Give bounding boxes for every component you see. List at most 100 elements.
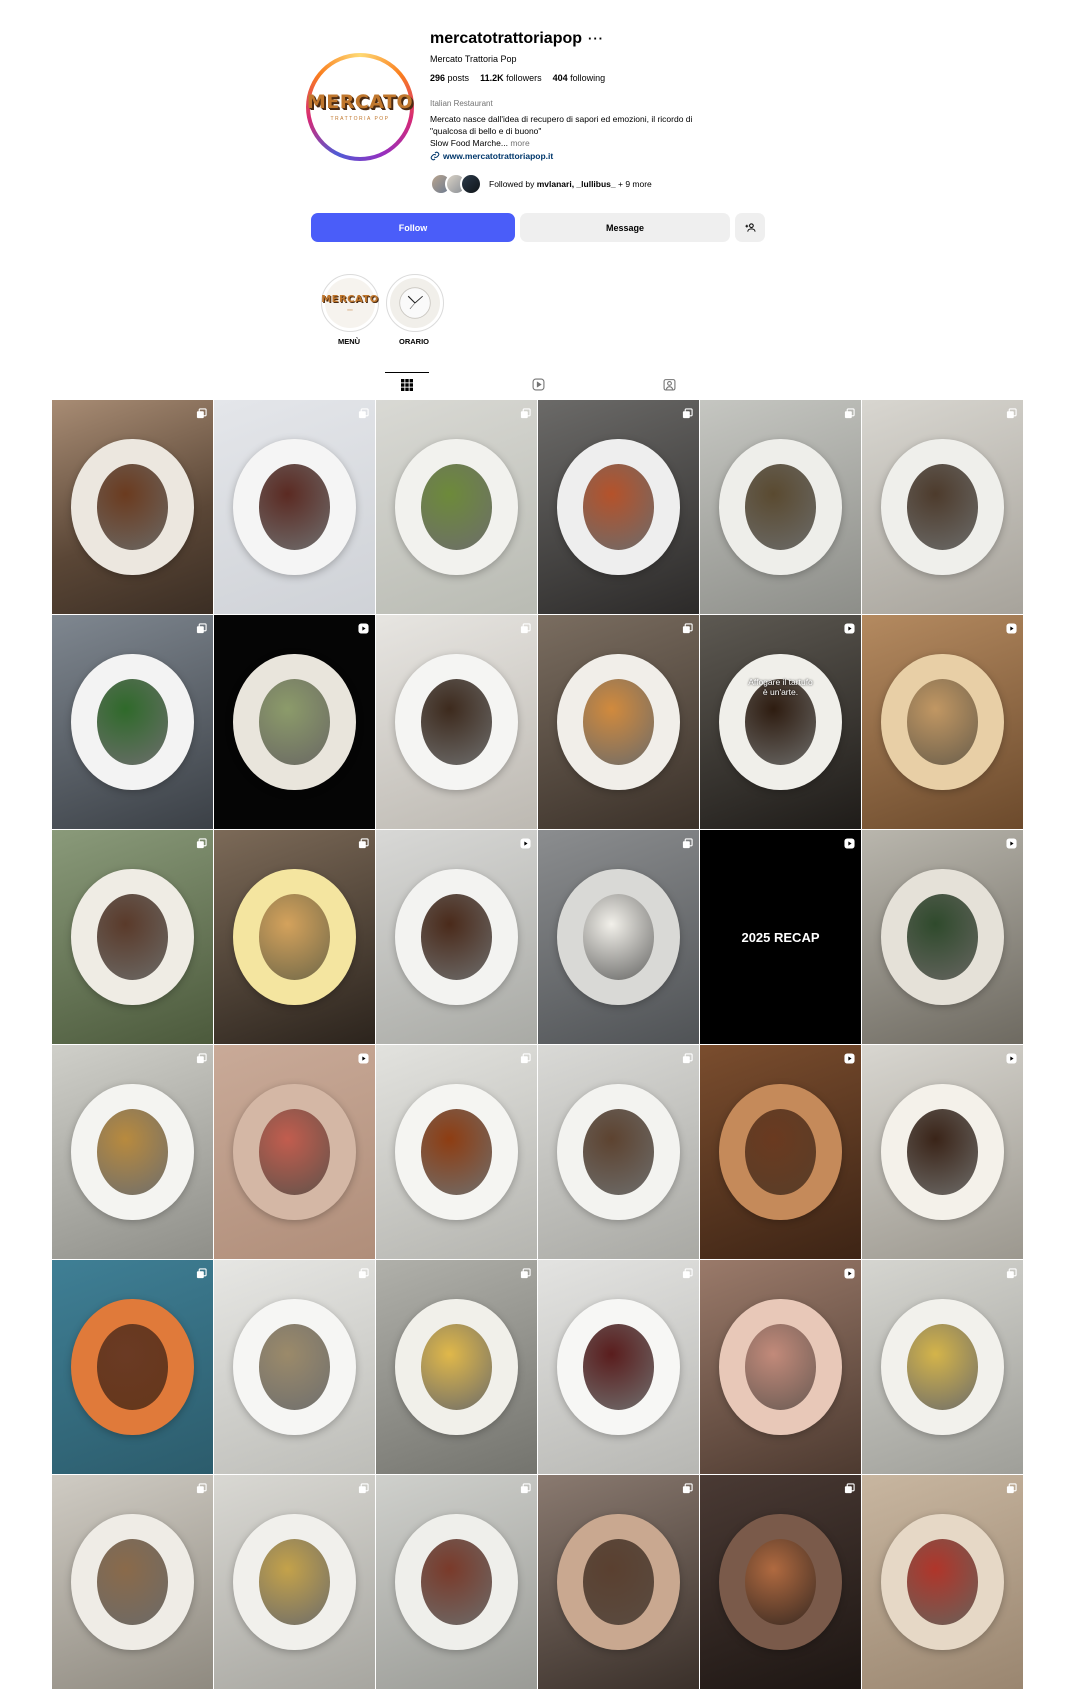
dish-food xyxy=(907,679,978,765)
reel-icon xyxy=(844,1266,855,1279)
post-tile[interactable] xyxy=(862,1260,1023,1474)
carousel-icon xyxy=(520,1481,531,1494)
dish-food xyxy=(583,679,654,765)
highlight-menu[interactable]: MERCATO ━━━ xyxy=(321,274,379,332)
post-tile[interactable]: 2025 RECAP xyxy=(700,830,861,1044)
carousel-icon xyxy=(1006,1481,1017,1494)
post-tile[interactable] xyxy=(214,1260,375,1474)
post-tile[interactable] xyxy=(376,830,537,1044)
dish-food xyxy=(583,1324,654,1410)
post-tile[interactable] xyxy=(700,1260,861,1474)
post-tile[interactable] xyxy=(538,1475,699,1689)
profile-category: Italian Restaurant xyxy=(430,99,493,108)
dish-food xyxy=(97,1109,168,1195)
post-tile[interactable] xyxy=(862,1475,1023,1689)
profile-avatar[interactable]: MERCATO TRATTORIA POP xyxy=(306,53,414,161)
suggest-user-button[interactable] xyxy=(735,213,765,242)
reel-icon xyxy=(844,836,855,849)
post-tile[interactable] xyxy=(214,1045,375,1259)
carousel-icon xyxy=(844,1481,855,1494)
options-icon[interactable]: ··· xyxy=(588,31,604,46)
carousel-icon xyxy=(196,1266,207,1279)
carousel-icon xyxy=(520,621,531,634)
post-tile[interactable] xyxy=(376,1475,537,1689)
carousel-icon xyxy=(682,1481,693,1494)
dish-food xyxy=(745,464,816,550)
dish-food xyxy=(583,464,654,550)
post-tile[interactable] xyxy=(52,1045,213,1259)
post-tile[interactable] xyxy=(862,615,1023,829)
carousel-icon xyxy=(682,1266,693,1279)
post-tile[interactable] xyxy=(538,400,699,614)
reel-icon xyxy=(844,621,855,634)
post-tile[interactable] xyxy=(214,830,375,1044)
dish-food xyxy=(745,1539,816,1625)
dish-food xyxy=(907,1324,978,1410)
post-tile[interactable] xyxy=(700,1475,861,1689)
add-person-icon xyxy=(744,223,756,232)
post-tile[interactable] xyxy=(376,1260,537,1474)
message-button[interactable]: Message xyxy=(520,213,730,242)
post-tile[interactable] xyxy=(538,1260,699,1474)
carousel-icon xyxy=(196,406,207,419)
post-tile[interactable] xyxy=(214,400,375,614)
tab-posts[interactable] xyxy=(385,372,429,397)
post-tile[interactable] xyxy=(376,615,537,829)
carousel-icon xyxy=(520,1051,531,1064)
post-tile[interactable] xyxy=(52,830,213,1044)
highlight-orario-label: ORARIO xyxy=(399,337,429,346)
dish-food xyxy=(745,1109,816,1195)
highlight-orario[interactable] xyxy=(386,274,444,332)
logo-subtitle: TRATTORIA POP xyxy=(330,115,390,122)
carousel-icon xyxy=(1006,1266,1017,1279)
dish-food xyxy=(583,1109,654,1195)
post-tile[interactable] xyxy=(700,400,861,614)
reel-icon xyxy=(358,1051,369,1064)
tab-reels[interactable] xyxy=(516,372,560,396)
post-tile[interactable] xyxy=(376,1045,537,1259)
bio-line: Slow Food Marche... xyxy=(430,138,508,148)
post-tile[interactable] xyxy=(214,1475,375,1689)
posts-grid-icon xyxy=(401,379,413,391)
profile-full-name: Mercato Trattoria Pop xyxy=(430,54,517,64)
follow-button[interactable]: Follow xyxy=(311,213,515,242)
carousel-icon xyxy=(196,1051,207,1064)
post-tile[interactable] xyxy=(538,830,699,1044)
post-tile[interactable] xyxy=(862,830,1023,1044)
followers-stat[interactable]: 11.2K followers xyxy=(480,73,542,83)
dish-food xyxy=(907,894,978,980)
post-tile[interactable] xyxy=(52,400,213,614)
post-tile[interactable] xyxy=(862,400,1023,614)
post-tile[interactable] xyxy=(538,615,699,829)
post-tile[interactable] xyxy=(52,615,213,829)
post-tile[interactable] xyxy=(52,1475,213,1689)
tab-tagged[interactable] xyxy=(647,372,691,396)
post-tile[interactable] xyxy=(538,1045,699,1259)
reel-icon xyxy=(844,1051,855,1064)
carousel-icon xyxy=(358,836,369,849)
following-stat[interactable]: 404 following xyxy=(553,73,606,83)
post-tile[interactable] xyxy=(214,615,375,829)
dish-food xyxy=(259,679,330,765)
carousel-icon xyxy=(358,1481,369,1494)
carousel-icon xyxy=(682,836,693,849)
post-tile[interactable] xyxy=(52,1260,213,1474)
dish-food xyxy=(421,1324,492,1410)
post-tile[interactable] xyxy=(376,400,537,614)
highlight-orario-cover xyxy=(390,278,440,328)
dish-food xyxy=(97,1539,168,1625)
post-tile[interactable]: Affogare il tartufo è un'arte. xyxy=(700,615,861,829)
profile-link[interactable]: www.mercatotrattoriapop.it xyxy=(430,151,553,161)
post-tile[interactable] xyxy=(862,1045,1023,1259)
bio-more-link[interactable]: more xyxy=(510,138,529,148)
reel-caption-line: è un'arte. xyxy=(762,687,799,697)
carousel-icon xyxy=(196,836,207,849)
dish-food xyxy=(745,1324,816,1410)
dish-food xyxy=(97,464,168,550)
reel-caption: Affogare il tartufo è un'arte. xyxy=(700,677,861,697)
dish-food xyxy=(583,894,654,980)
carousel-icon xyxy=(682,406,693,419)
followed-by[interactable]: Followed by mvlanari, _lullibus_ + 9 mor… xyxy=(430,173,652,195)
tagged-icon xyxy=(663,378,675,390)
post-tile[interactable] xyxy=(700,1045,861,1259)
